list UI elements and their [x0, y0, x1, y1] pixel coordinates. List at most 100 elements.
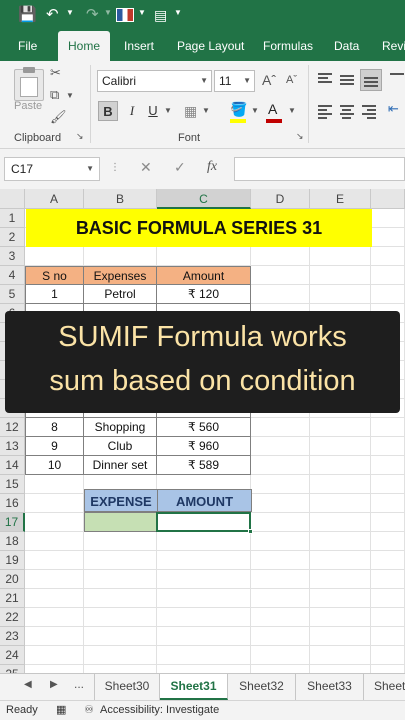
- grid-cell[interactable]: [371, 437, 405, 456]
- table-cell[interactable]: ₹ 120: [157, 285, 251, 304]
- paste-button[interactable]: Paste: [14, 100, 42, 112]
- grid-cell[interactable]: [157, 646, 251, 665]
- tab-insert[interactable]: Insert: [124, 31, 154, 61]
- save-icon[interactable]: 💾: [18, 6, 37, 24]
- table-cell[interactable]: 9: [25, 437, 84, 456]
- row-header-3[interactable]: 3: [0, 247, 25, 266]
- grid-cell[interactable]: [251, 589, 310, 608]
- grid-cell[interactable]: [84, 589, 157, 608]
- grid-cell[interactable]: [371, 456, 405, 475]
- grid-cell[interactable]: [251, 494, 310, 513]
- table-cell[interactable]: ₹ 560: [157, 418, 251, 437]
- name-box[interactable]: C17 ▼: [4, 157, 100, 181]
- borders-icon[interactable]: ▦: [184, 103, 197, 120]
- table-cell[interactable]: Shopping: [84, 418, 157, 437]
- grid-cell[interactable]: [371, 551, 405, 570]
- grid-cell[interactable]: [310, 475, 371, 494]
- accessibility-icon[interactable]: ♾: [84, 703, 94, 716]
- grid-cell[interactable]: [251, 418, 310, 437]
- grid-cell[interactable]: [371, 608, 405, 627]
- grid-cell[interactable]: [310, 494, 371, 513]
- grid-cell[interactable]: [157, 627, 251, 646]
- grid-cell[interactable]: [25, 627, 84, 646]
- table-cell[interactable]: Club: [84, 437, 157, 456]
- fill-color-dropdown-icon[interactable]: ▼: [251, 106, 259, 115]
- grid-cell[interactable]: [25, 475, 84, 494]
- row-header-19[interactable]: 19: [0, 551, 25, 570]
- row-header-15[interactable]: 15: [0, 475, 25, 494]
- grid-cell[interactable]: [25, 247, 84, 266]
- cut-icon[interactable]: ✂: [50, 65, 61, 81]
- indent-icon[interactable]: ⇤: [388, 101, 399, 117]
- column-header-b[interactable]: B: [84, 189, 157, 209]
- align-left-icon[interactable]: [318, 105, 332, 121]
- amount-header[interactable]: Amount: [157, 266, 251, 285]
- grid-cell[interactable]: [251, 665, 310, 673]
- row-header-23[interactable]: 23: [0, 627, 25, 646]
- grid-cell[interactable]: [371, 646, 405, 665]
- grid-cell[interactable]: [310, 665, 371, 673]
- grid-cell[interactable]: [371, 532, 405, 551]
- underline-dropdown-icon[interactable]: ▼: [164, 106, 172, 115]
- row-header-12[interactable]: 12: [0, 418, 25, 437]
- next-sheet-icon[interactable]: ▶: [50, 679, 58, 690]
- s-no-header[interactable]: S no: [25, 266, 84, 285]
- grid-cell[interactable]: [371, 513, 405, 532]
- sheet-tab-sheet33[interactable]: Sheet33: [296, 674, 364, 700]
- grid-cell[interactable]: [157, 589, 251, 608]
- undo-icon[interactable]: ↶: [46, 6, 59, 24]
- align-top-icon[interactable]: [318, 73, 332, 85]
- row-header-21[interactable]: 21: [0, 589, 25, 608]
- select-all-corner[interactable]: [0, 189, 25, 209]
- table-cell[interactable]: 8: [25, 418, 84, 437]
- grid-cell[interactable]: [251, 608, 310, 627]
- tab-review[interactable]: Revi: [382, 31, 405, 61]
- grid-cell[interactable]: [371, 418, 405, 437]
- tab-file[interactable]: File: [18, 31, 37, 61]
- grid-cell[interactable]: [371, 228, 405, 247]
- grid-cell[interactable]: [25, 646, 84, 665]
- grid-cell[interactable]: [371, 266, 405, 285]
- expense-lookup-header[interactable]: EXPENSE: [84, 489, 158, 512]
- accessibility-status[interactable]: Accessibility: Investigate: [100, 704, 219, 716]
- grid-cell[interactable]: [371, 627, 405, 646]
- copy-icon[interactable]: ⧉: [50, 87, 59, 103]
- grid-cell[interactable]: [371, 665, 405, 673]
- paste-icon[interactable]: [14, 67, 44, 101]
- column-header-e[interactable]: E: [310, 189, 371, 209]
- grid-cell[interactable]: [310, 247, 371, 266]
- decrease-font-icon[interactable]: Aˇ: [286, 74, 297, 86]
- grid-cell[interactable]: [25, 494, 84, 513]
- align-center-icon[interactable]: [340, 105, 354, 121]
- formula-input[interactable]: [234, 157, 405, 181]
- expenses-header[interactable]: Expenses: [84, 266, 157, 285]
- increase-font-icon[interactable]: Aˆ: [262, 72, 276, 88]
- grid-cell[interactable]: [251, 570, 310, 589]
- row-header-20[interactable]: 20: [0, 570, 25, 589]
- prev-sheet-icon[interactable]: ◀: [24, 679, 32, 690]
- grid-cell[interactable]: [251, 513, 310, 532]
- row-header-16[interactable]: 16: [0, 494, 25, 513]
- more-sheets-button[interactable]: ...: [74, 677, 84, 691]
- row-header-2[interactable]: 2: [0, 228, 25, 247]
- grid-cell[interactable]: [25, 532, 84, 551]
- grid-cell[interactable]: [157, 665, 251, 673]
- grid-cell[interactable]: [157, 551, 251, 570]
- row-header-18[interactable]: 18: [0, 532, 25, 551]
- italic-button[interactable]: I: [122, 101, 142, 121]
- grid-cell[interactable]: [310, 589, 371, 608]
- table-cell[interactable]: Dinner set: [84, 456, 157, 475]
- column-header-c[interactable]: C: [157, 189, 251, 209]
- undo-dropdown-icon[interactable]: ▼: [66, 8, 74, 17]
- row-header-17[interactable]: 17: [0, 513, 25, 532]
- row-header-13[interactable]: 13: [0, 437, 25, 456]
- grid-cell[interactable]: [251, 437, 310, 456]
- grid-cell[interactable]: [251, 551, 310, 570]
- orientation-icon[interactable]: [390, 73, 404, 77]
- table-cell[interactable]: 1: [25, 285, 84, 304]
- grid-cell[interactable]: [157, 532, 251, 551]
- grid-cell[interactable]: [310, 532, 371, 551]
- form-icon[interactable]: ▤: [154, 6, 167, 24]
- align-right-icon[interactable]: [362, 105, 376, 121]
- customize-toolbar-icon[interactable]: ▼: [174, 8, 182, 17]
